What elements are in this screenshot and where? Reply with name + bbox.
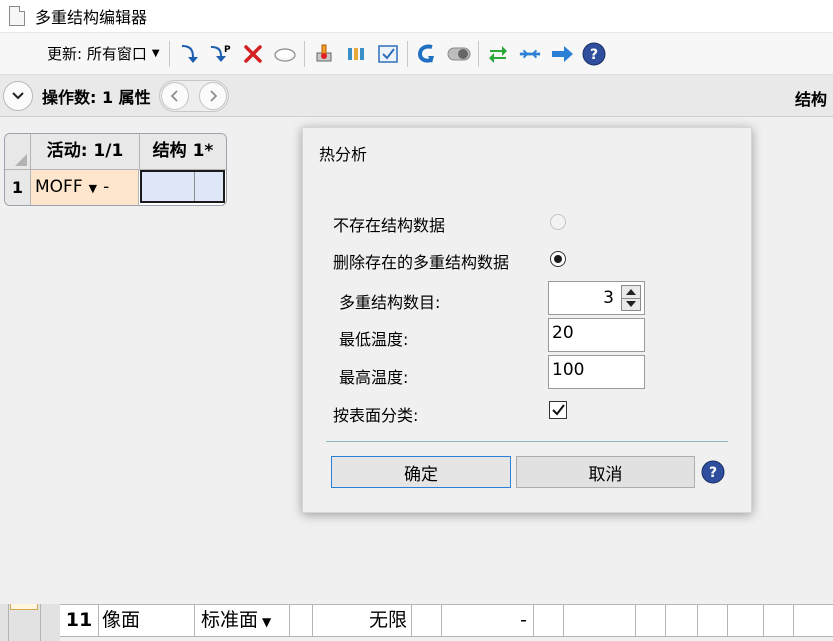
window-title: 多重结构编辑器: [35, 8, 148, 27]
delete-data-label: 删除存在的多重结构数据: [333, 253, 510, 272]
previous-button[interactable]: [160, 81, 189, 110]
delete-data-radio[interactable]: [550, 251, 566, 267]
toolbar-separator: [406, 40, 408, 67]
row-header[interactable]: 1: [5, 170, 31, 205]
sort-by-surface-checkbox[interactable]: [549, 401, 567, 419]
expand-button[interactable]: [3, 80, 33, 111]
svg-text:?: ?: [589, 47, 597, 63]
toolbar-separator: [168, 40, 170, 67]
stepper-arrows: [621, 285, 641, 311]
operand-nav: [158, 79, 229, 112]
check-icon[interactable]: [376, 42, 400, 66]
conic-cell[interactable]: [793, 605, 833, 636]
operand-dash: -: [103, 177, 110, 197]
insert-operand-icon[interactable]: [273, 42, 297, 66]
row-strip: [0, 604, 60, 641]
chevron-down-icon: ▼: [151, 48, 160, 59]
ok-button[interactable]: 确定: [331, 456, 511, 488]
config-count-value: 3: [603, 288, 614, 308]
surface-type-cell[interactable]: 标准面 ▼: [194, 605, 289, 636]
dialog-divider: [326, 441, 728, 442]
thermal-analysis-dialog: 热分析 不存在结构数据 删除存在的多重结构数据 多重结构数目: 3 最低温度: …: [302, 127, 752, 513]
chevron-down-icon[interactable]: ▼: [262, 615, 271, 629]
max-temp-label: 最高温度:: [339, 368, 409, 387]
coating-cell[interactable]: [665, 605, 697, 636]
forward-icon[interactable]: [550, 42, 574, 66]
make-thermal-icon[interactable]: [344, 42, 368, 66]
table-row[interactable]: 11 像面 标准面 ▼ 无限 -: [60, 604, 833, 637]
insert-config-icon[interactable]: [177, 42, 201, 66]
toolbar: 更新: 所有窗口 ▼ P ?: [0, 33, 833, 75]
solve-cell[interactable]: [635, 605, 665, 636]
select-all-corner[interactable]: [5, 134, 31, 169]
min-temp-input[interactable]: 20: [548, 318, 645, 352]
operand-type: MOFF: [35, 177, 83, 197]
lens-data-row-area: 11 像面 标准面 ▼ 无限 -: [0, 604, 833, 641]
operand-bar: 操作数: 1 属性 结构: [0, 75, 833, 117]
swap-icon[interactable]: [486, 42, 510, 66]
configuration-label: 结构: [794, 90, 827, 109]
insert-config-after-icon[interactable]: P: [209, 42, 233, 66]
link-icon[interactable]: [518, 42, 542, 66]
solve-cell[interactable]: [533, 605, 563, 636]
min-temp-label: 最低温度:: [339, 330, 409, 349]
surface-number: 11: [65, 609, 93, 631]
stepper-down-button[interactable]: [622, 298, 640, 310]
next-button[interactable]: [198, 81, 227, 110]
strip-line: [40, 604, 41, 641]
surface-name-cell[interactable]: 像面: [98, 605, 194, 636]
chevron-left-icon: [170, 89, 178, 102]
config-value-cell[interactable]: [140, 170, 225, 203]
help-icon[interactable]: ?: [582, 42, 606, 66]
chevron-down-icon: [12, 91, 24, 99]
no-data-label: 不存在结构数据: [333, 216, 446, 235]
column-header-config[interactable]: 结构 1*: [140, 134, 226, 169]
svg-text:?: ?: [709, 465, 717, 481]
no-data-radio[interactable]: [550, 214, 566, 230]
solve-cell[interactable]: [697, 605, 727, 636]
solve-cell[interactable]: [411, 605, 441, 636]
material-cell[interactable]: [563, 605, 635, 636]
toggle-icon[interactable]: [447, 42, 471, 66]
config-count-stepper[interactable]: 3: [548, 281, 645, 315]
stop-tab-marker: [10, 604, 38, 610]
operand-count-label: 操作数: 1 属性: [42, 87, 151, 107]
undo-icon[interactable]: [415, 42, 439, 66]
chevron-right-icon: [210, 89, 217, 102]
delete-config-icon[interactable]: [241, 42, 265, 66]
title-bar: 多重结构编辑器: [0, 0, 833, 33]
radius-cell[interactable]: 无限: [312, 605, 411, 636]
solve-cell[interactable]: [289, 605, 312, 636]
strip-line: [8, 604, 9, 641]
grid-header: 活动: 1/1 结构 1*: [5, 134, 226, 170]
toolbar-separator: [477, 40, 479, 67]
document-icon: [9, 6, 25, 26]
solve-cell[interactable]: [763, 605, 793, 636]
update-dropdown[interactable]: 更新: 所有窗口 ▼: [47, 43, 166, 64]
max-temp-input[interactable]: 100: [548, 355, 645, 389]
thermal-analysis-icon[interactable]: [312, 42, 336, 66]
thickness-cell[interactable]: -: [441, 605, 533, 636]
sort-by-surface-label: 按表面分类:: [333, 406, 419, 425]
dialog-help-icon[interactable]: ?: [701, 460, 725, 484]
toolbar-separator: [303, 40, 305, 67]
config-count-label: 多重结构数目:: [339, 293, 441, 312]
chevron-down-icon[interactable]: ▼: [89, 182, 97, 195]
svg-text:P: P: [224, 45, 231, 55]
cell-divider: [194, 172, 195, 201]
surface-type: 标准面: [201, 609, 259, 631]
arrow-down-icon: [626, 301, 636, 307]
checkmark-icon: [552, 404, 565, 416]
operand-cell[interactable]: MOFF ▼ -: [31, 170, 139, 205]
column-header-active[interactable]: 活动: 1/1: [31, 134, 140, 169]
dialog-title: 热分析: [319, 145, 368, 164]
update-dropdown-label: 更新: 所有窗口: [47, 45, 147, 63]
semi-diameter-cell[interactable]: [727, 605, 763, 636]
config-grid: 活动: 1/1 结构 1* 1 MOFF ▼ -: [4, 133, 227, 206]
arrow-up-icon: [626, 289, 636, 295]
cancel-button[interactable]: 取消: [516, 456, 695, 488]
